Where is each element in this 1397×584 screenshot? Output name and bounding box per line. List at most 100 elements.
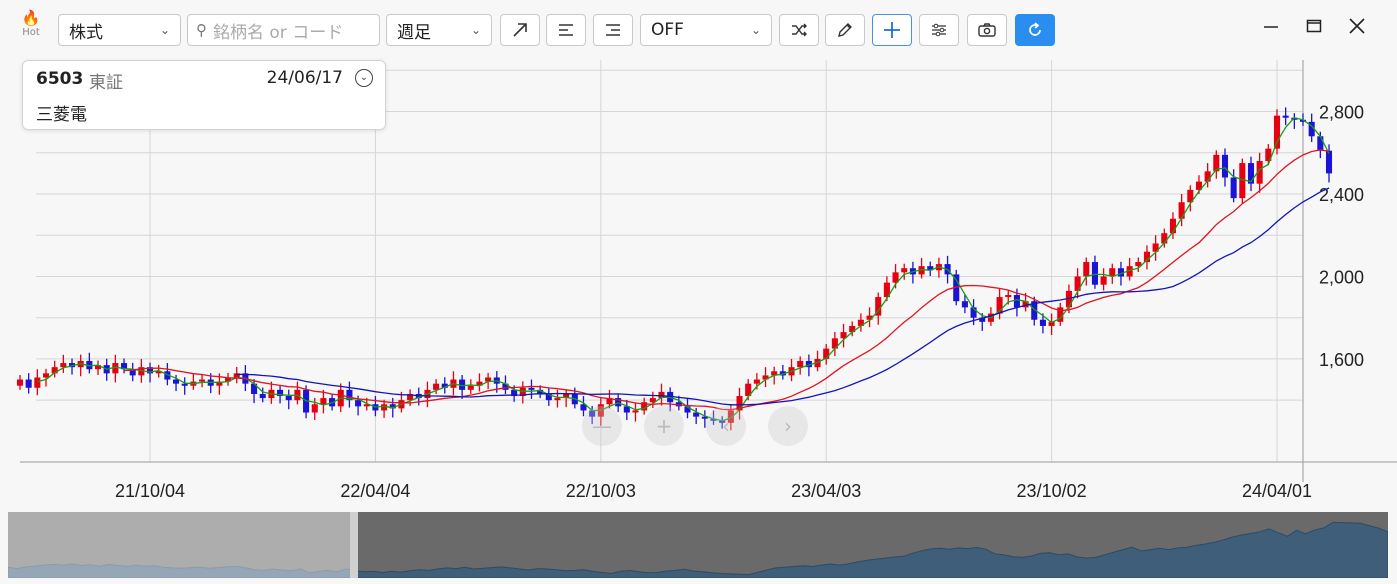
scroll-right-button[interactable]: › xyxy=(768,406,808,446)
y-tick-label: 2,400 xyxy=(1319,185,1364,205)
y-tick-label: 1,600 xyxy=(1319,350,1364,370)
search-icon: ⚲ xyxy=(196,21,207,39)
x-tick-label: 24/04/01 xyxy=(1242,481,1312,501)
sliders-icon xyxy=(932,23,946,37)
navigator-overview[interactable] xyxy=(8,512,1388,578)
x-tick-label: 23/10/02 xyxy=(1017,481,1087,501)
zoom-out-button[interactable]: — xyxy=(582,406,622,446)
candle-body xyxy=(181,383,188,386)
shuffle-icon xyxy=(792,23,807,37)
candle-body xyxy=(320,398,327,405)
candle-body xyxy=(1325,150,1333,174)
candle-body xyxy=(199,379,206,382)
flame-icon: 🔥 xyxy=(21,9,41,27)
candle-body xyxy=(797,360,804,368)
period-select-value: 週足 xyxy=(397,22,431,43)
candle-body xyxy=(528,387,535,390)
minimize-button[interactable] xyxy=(1256,16,1286,40)
maximize-icon xyxy=(1306,19,1322,33)
zoom-in-button[interactable]: + xyxy=(644,406,684,446)
navigator-shade-left xyxy=(8,512,350,578)
candle-body xyxy=(1039,319,1046,326)
maximize-button[interactable] xyxy=(1299,16,1329,40)
candle-body xyxy=(1178,202,1185,219)
candle-body xyxy=(259,393,266,399)
indicator-select[interactable]: OFF ⌄ xyxy=(640,14,772,46)
refresh-button[interactable] xyxy=(1015,14,1055,46)
candle-body xyxy=(1282,115,1289,118)
candle-body xyxy=(1091,262,1098,285)
range-navigator[interactable] xyxy=(8,512,1388,578)
candle-body xyxy=(355,400,362,407)
search-input[interactable]: ⚲ 銘柄名 or コード xyxy=(187,14,380,46)
camera-icon xyxy=(978,23,996,37)
shuffle-button[interactable] xyxy=(779,14,819,46)
minimize-icon xyxy=(1264,26,1278,28)
x-tick-label: 22/04/04 xyxy=(340,481,410,501)
x-tick-label: 21/10/04 xyxy=(115,481,185,501)
market-select[interactable]: 株式 ⌄ xyxy=(58,14,181,46)
x-tick-label: 22/10/03 xyxy=(566,481,636,501)
indicator-select-value: OFF xyxy=(651,20,684,40)
candle-body xyxy=(554,398,561,401)
align-left-icon xyxy=(559,24,573,36)
stock-info-card: 6503 東証 24/06/17 ⌄ 三菱電 xyxy=(22,60,386,130)
align-right-icon xyxy=(606,24,620,36)
candle-body xyxy=(25,379,32,388)
x-tick-label: 23/04/03 xyxy=(791,481,861,501)
chevron-down-icon: ⌄ xyxy=(159,23,170,37)
candle-body xyxy=(433,383,440,390)
trend-line-button[interactable] xyxy=(500,14,540,46)
chevron-down-circle-icon[interactable]: ⌄ xyxy=(355,69,373,87)
settings-button[interactable] xyxy=(919,14,959,46)
candle-body xyxy=(1317,136,1324,151)
pen-button[interactable] xyxy=(825,14,865,46)
stock-code: 6503 xyxy=(36,69,84,89)
chevron-left-icon: ‹ xyxy=(722,414,730,438)
candle-body xyxy=(285,396,292,401)
align-right-button[interactable] xyxy=(593,14,633,46)
candle-body xyxy=(1083,262,1090,277)
hot-button[interactable]: 🔥 Hot xyxy=(14,10,48,38)
y-tick-label: 2,800 xyxy=(1319,103,1364,123)
candle-body xyxy=(34,377,41,388)
date-label: 24/06/17 xyxy=(266,68,343,88)
period-select[interactable]: 週足 ⌄ xyxy=(386,14,492,46)
navigator-handle xyxy=(350,512,358,578)
y-tick-label: 2,000 xyxy=(1319,267,1364,287)
chart-window: 🔥 Hot 株式 ⌄ ⚲ 銘柄名 or コード 週足 ⌄ OFF ⌄ 21/10… xyxy=(0,0,1397,584)
arrow-up-right-icon xyxy=(513,23,527,37)
refresh-icon xyxy=(1029,22,1041,36)
candle-body xyxy=(173,379,180,384)
align-left-button[interactable] xyxy=(546,14,586,46)
search-placeholder: 銘柄名 or コード xyxy=(213,22,344,43)
candle-body xyxy=(1221,154,1229,178)
chevron-down-icon: ⌄ xyxy=(750,23,761,37)
candle-body xyxy=(1273,115,1281,149)
candle-body xyxy=(16,379,24,386)
close-icon xyxy=(1349,18,1365,34)
camera-button[interactable] xyxy=(967,14,1007,46)
plus-small-icon: + xyxy=(655,414,673,438)
candle-body xyxy=(901,268,908,273)
candle-body xyxy=(1005,295,1012,298)
hot-label: Hot xyxy=(22,27,40,38)
candle-body xyxy=(42,373,50,378)
market-select-value: 株式 xyxy=(69,22,103,43)
candle-body xyxy=(1100,276,1107,285)
scroll-left-button[interactable]: ‹ xyxy=(706,406,746,446)
toolbar: 🔥 Hot 株式 ⌄ ⚲ 銘柄名 or コード 週足 ⌄ OFF ⌄ xyxy=(0,0,1397,60)
candle-body xyxy=(467,385,474,390)
chevron-down-icon: ⌄ xyxy=(470,23,481,37)
close-button[interactable] xyxy=(1342,16,1372,40)
candle-body xyxy=(1230,177,1237,199)
exchange-label: 東証 xyxy=(89,73,123,93)
stock-name: 三菱電 xyxy=(36,105,87,125)
candle-body xyxy=(60,363,67,368)
candle-body xyxy=(753,379,760,384)
pen-icon xyxy=(838,23,852,37)
minus-icon: — xyxy=(592,414,612,438)
candle-body xyxy=(1013,295,1020,308)
plus-icon xyxy=(884,22,900,38)
crosshair-button[interactable] xyxy=(872,14,912,46)
